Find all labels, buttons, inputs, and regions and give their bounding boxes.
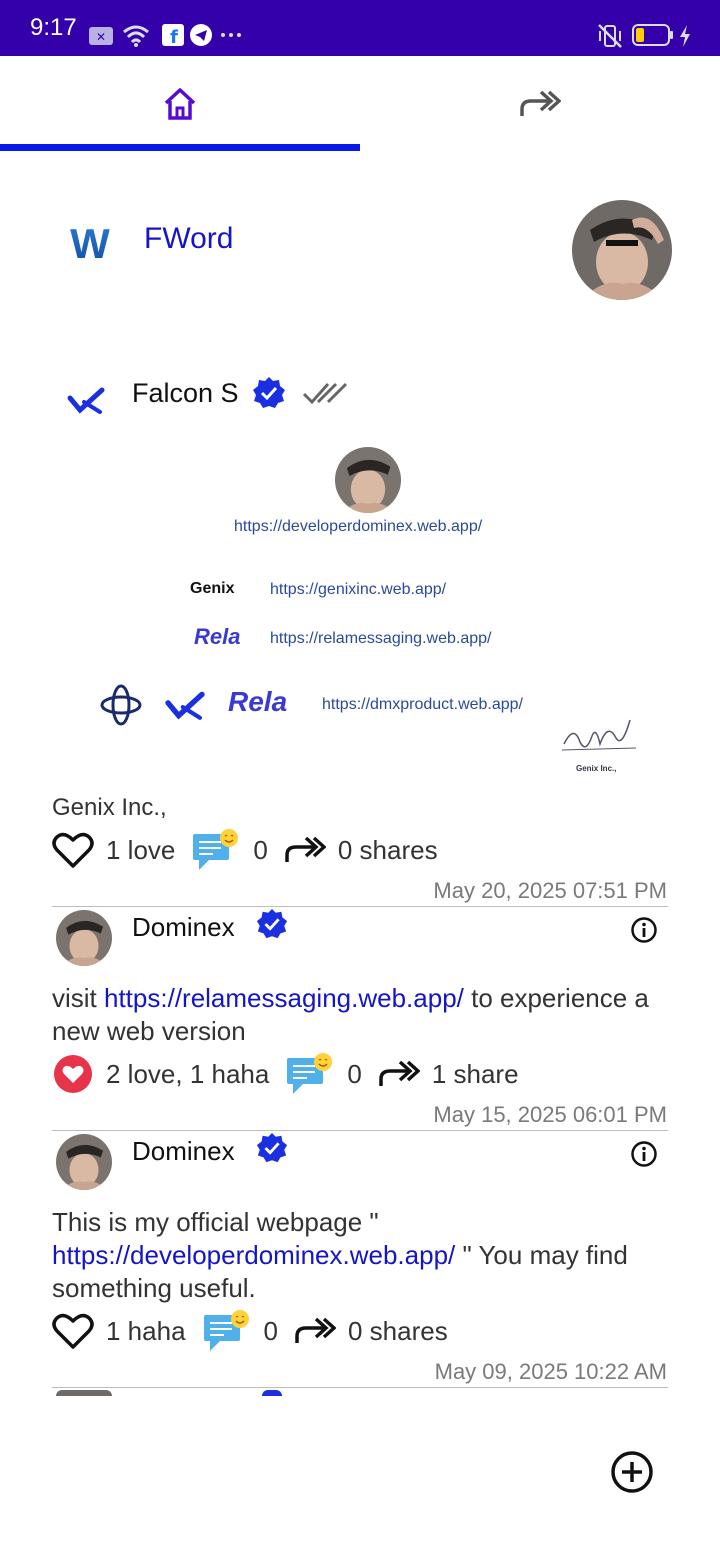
post-body: This is my official webpage " https://de… — [52, 1207, 628, 1303]
share-arrow-icon[interactable] — [284, 835, 326, 865]
divider — [52, 1130, 668, 1131]
post-avatar[interactable] — [56, 910, 112, 966]
charging-icon — [680, 25, 690, 47]
pinned-share-count: 0 shares — [337, 834, 438, 865]
post-author-name: Dominex — [132, 1136, 235, 1166]
app-title: FWord — [144, 222, 234, 255]
signature-caption: Genix Inc., — [576, 764, 617, 773]
falcon-logo-large-icon — [165, 691, 205, 720]
heart-outline-icon[interactable] — [52, 831, 94, 869]
double-check-icon — [302, 382, 348, 405]
post-link[interactable]: https://relamessaging.web.app/ — [104, 983, 464, 1013]
comment-emoji-icon[interactable] — [285, 1052, 335, 1096]
post-link[interactable]: https://developerdominex.web.app/ — [52, 1240, 455, 1270]
rela-brand-logo-large: Rela — [228, 686, 288, 717]
pinned-link-dmx[interactable]: https://dmxproduct.web.app/ — [322, 696, 523, 714]
verified-badge-icon — [253, 377, 285, 408]
pinned-comment-count: 0 — [253, 834, 268, 865]
double-arrow-share-icon — [520, 90, 561, 116]
next-post-badge-peek — [262, 1390, 282, 1396]
post-reaction-count: 2 love, 1 haha — [106, 1058, 270, 1089]
post-share-count: 1 share — [431, 1058, 519, 1089]
genix-brand-logo: Genix — [190, 580, 235, 597]
divider — [52, 1387, 668, 1388]
tab-home[interactable] — [0, 56, 360, 152]
pinned-link-rela[interactable]: https://relamessaging.web.app/ — [270, 630, 491, 648]
post-date: May 09, 2025 10:22 AM — [434, 1359, 667, 1384]
home-icon — [164, 88, 196, 120]
pinned-link-genix[interactable]: https://genixinc.web.app/ — [270, 581, 446, 599]
pinned-author-name: Falcon S — [132, 378, 239, 408]
pinned-stats-row: 1 love 0 0 shares — [52, 828, 454, 872]
info-icon[interactable] — [630, 1140, 658, 1168]
tab-bar — [0, 56, 720, 152]
post-avatar[interactable] — [56, 1134, 112, 1190]
profile-avatar[interactable] — [572, 200, 672, 300]
rela-brand-logo: Rela — [194, 624, 241, 649]
post-reaction-count: 1 haha — [106, 1315, 186, 1346]
share-arrow-icon[interactable] — [378, 1059, 420, 1089]
post-stats-row: 2 love, 1 haha 0 1 share — [52, 1052, 535, 1096]
comment-emoji-icon[interactable] — [191, 828, 241, 872]
active-tab-indicator — [0, 144, 360, 151]
svg-text:f: f — [170, 27, 178, 46]
tab-share[interactable] — [360, 56, 720, 152]
share-arrow-icon[interactable] — [294, 1316, 336, 1346]
svg-text:W: W — [70, 222, 110, 262]
more-notifications-icon — [221, 33, 241, 37]
verified-badge-icon — [256, 1132, 288, 1163]
pinned-link-developer[interactable]: https://developerdominex.web.app/ — [234, 518, 482, 536]
vibrate-off-icon — [598, 24, 622, 48]
pinned-image-avatar — [335, 447, 401, 513]
pinned-reaction-count: 1 love — [106, 834, 176, 865]
battery-icon — [632, 24, 673, 46]
post-share-count: 0 shares — [348, 1315, 448, 1346]
svg-text:✕: ✕ — [96, 30, 106, 44]
post-comment-count: 0 — [263, 1315, 278, 1346]
falcon-logo-icon — [67, 387, 105, 414]
post-author-name: Dominex — [132, 912, 235, 942]
status-time: 9:17 — [30, 14, 77, 41]
avatar-photo — [572, 200, 672, 300]
divider — [52, 906, 668, 907]
word-logo-icon: W — [70, 222, 110, 262]
dmx-cross-logo-icon — [100, 684, 142, 726]
verified-badge-icon — [256, 908, 288, 939]
status-bar: 9:17 ✕ f — [0, 0, 720, 56]
add-post-button[interactable] — [610, 1450, 654, 1494]
pinned-caption: Genix Inc., — [52, 794, 167, 821]
telegram-icon — [190, 24, 212, 46]
heart-outline-icon[interactable] — [52, 1312, 94, 1350]
next-post-avatar-peek — [56, 1390, 112, 1396]
info-icon[interactable] — [630, 916, 658, 944]
comment-emoji-icon[interactable] — [202, 1309, 252, 1353]
facebook-icon: f — [162, 24, 184, 46]
post-comment-count: 0 — [347, 1058, 362, 1089]
post-body: visit https://relamessaging.web.app/ to … — [52, 983, 649, 1046]
post-stats-row: 1 haha 0 0 shares — [52, 1309, 464, 1353]
post-date: May 15, 2025 06:01 PM — [433, 1102, 667, 1127]
pinned-date: May 20, 2025 07:51 PM — [433, 878, 667, 903]
signature-image — [561, 719, 637, 751]
wifi-icon — [123, 25, 149, 47]
notification-app-icon: ✕ — [89, 27, 113, 45]
love-reaction-icon[interactable] — [52, 1053, 94, 1095]
